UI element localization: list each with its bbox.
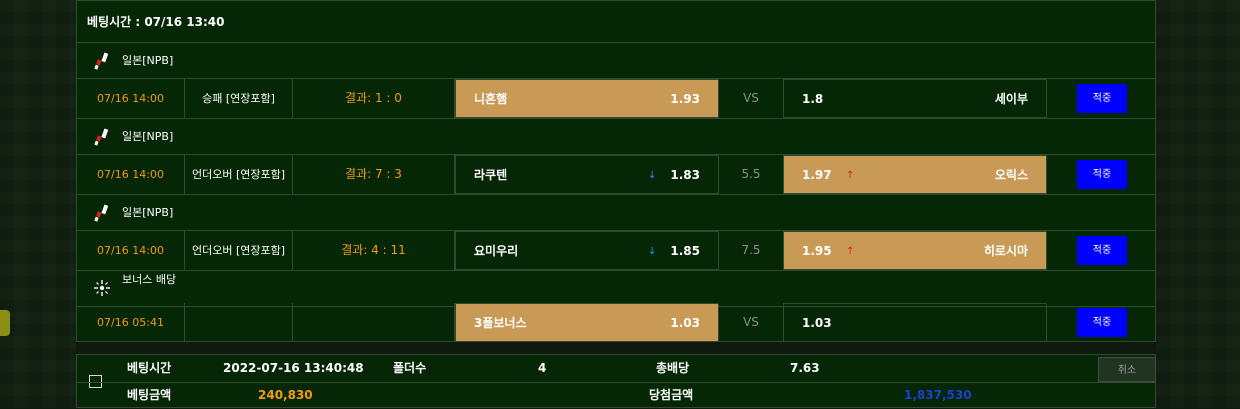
home-team-name: 라쿠텐 [474, 168, 508, 182]
game-time: 07/16 14:00 [77, 231, 185, 270]
summary-line-2: 베팅금액 240,830 당첨금액 1,837,530 [77, 382, 1155, 409]
home-odds: 1.93 [670, 92, 700, 106]
bonus-odds-cell[interactable]: 3폴보너스 1.03 [455, 303, 719, 342]
background-right [1156, 0, 1240, 408]
game-row: 07/16 14:00 언더오버 [연장포함] 결과: 7 : 3 라쿠텐 ↓ … [77, 155, 1155, 195]
sparkle-icon [94, 280, 110, 296]
game-result: 결과: 4 : 11 [293, 231, 455, 270]
status-cell: 적중 [1047, 303, 1155, 342]
away-odds: 1.95 [802, 244, 832, 258]
game-result: 결과: 7 : 3 [293, 155, 455, 194]
bet-amount-label: 베팅금액 [127, 388, 172, 402]
game-time: 07/16 05:41 [77, 303, 185, 342]
home-odds: 1.83 [670, 168, 700, 182]
bonus-name: 3폴보너스 [474, 316, 527, 330]
folders-value: 4 [538, 361, 547, 375]
result-status-button[interactable]: 적중 [1077, 308, 1127, 337]
bet-time-value: 2022-07-16 13:40:48 [223, 361, 364, 375]
home-odds-cell[interactable]: 니혼햄 1.93 [455, 79, 719, 118]
bonus-row: 보너스 배당 [77, 271, 1155, 307]
league-name: 보너스 배당 [122, 273, 177, 286]
cancel-button[interactable]: 취소 [1098, 357, 1156, 382]
status-cell: 적중 [1047, 79, 1155, 118]
bet-amount-value: 240,830 [258, 388, 313, 402]
over-odds-cell[interactable]: 1.97 ↑ 오릭스 [783, 155, 1047, 194]
league-name: 일본[NPB] [122, 206, 174, 219]
result-status-button[interactable]: 적중 [1077, 84, 1127, 113]
league-row: 일본[NPB] [77, 43, 1155, 79]
away-team-name: 오릭스 [994, 168, 1028, 182]
arrow-up-icon: ↑ [846, 246, 855, 257]
baseball-bat-icon [94, 52, 109, 70]
arrow-up-icon: ↑ [846, 170, 855, 181]
arrow-down-icon: ↓ [648, 170, 657, 181]
total-odds-value: 7.63 [790, 361, 820, 375]
bet-detail-panel: 베팅시간 : 07/16 13:40 일본[NPB] 07/16 14:00 승… [76, 0, 1156, 342]
total-odds-label: 총배당 [656, 361, 690, 375]
home-team-name: 니혼햄 [474, 92, 508, 106]
win-amount-label: 당첨금액 [649, 388, 694, 402]
bet-type: 언더오버 [연장포함] [185, 231, 293, 270]
bet-type [185, 303, 293, 342]
bet-time-header: 베팅시간 : 07/16 13:40 [77, 1, 1155, 43]
baseball-bat-icon [94, 204, 109, 222]
league-name: 일본[NPB] [122, 130, 174, 143]
home-team-name: 요미우리 [474, 244, 519, 258]
status-cell: 적중 [1047, 155, 1155, 194]
arrow-down-icon: ↓ [648, 246, 657, 257]
handicap-line: 5.5 [741, 167, 761, 181]
league-name: 일본[NPB] [122, 54, 174, 67]
game-time: 07/16 14:00 [77, 155, 185, 194]
game-result: 결과: 1 : 0 [293, 79, 455, 118]
baseball-bat-icon [94, 128, 109, 146]
game-row: 07/16 14:00 언더오버 [연장포함] 결과: 4 : 11 요미우리 … [77, 231, 1155, 271]
background-left [0, 0, 76, 408]
game-time: 07/16 14:00 [77, 79, 185, 118]
win-amount-value: 1,837,530 [904, 388, 972, 402]
vs-label: VS [743, 315, 759, 329]
over-odds-cell[interactable]: 1.95 ↑ 히로시마 [783, 231, 1047, 270]
bet-summary: 베팅시간 2022-07-16 13:40:48 폴더수 4 총배당 7.63 … [76, 354, 1156, 408]
away-odds: 1.97 [802, 168, 832, 182]
status-cell: 적중 [1047, 231, 1155, 270]
home-odds: 1.85 [670, 244, 700, 258]
home-odds: 1.03 [670, 316, 700, 330]
game-result [293, 303, 455, 342]
league-row: 일본[NPB] [77, 119, 1155, 155]
handicap-line: 7.5 [741, 243, 761, 257]
away-team-name: 세이부 [994, 92, 1028, 106]
league-row: 일본[NPB] [77, 195, 1155, 231]
game-row: 07/16 05:41 3폴보너스 1.03 VS 1.03 적중 [77, 303, 1155, 343]
result-status-button[interactable]: 적중 [1077, 236, 1127, 265]
bet-type: 승패 [연장포함] [185, 79, 293, 118]
folders-label: 폴더수 [393, 361, 427, 375]
under-odds-cell[interactable]: 라쿠텐 ↓ 1.83 [455, 155, 719, 194]
away-odds: 1.8 [802, 92, 824, 106]
bet-type: 언더오버 [연장포함] [185, 155, 293, 194]
away-odds-cell[interactable]: 1.8 세이부 [783, 79, 1047, 118]
bet-time-label: 베팅시간 [127, 361, 172, 375]
away-team-name: 히로시마 [983, 244, 1028, 258]
game-row: 07/16 14:00 승패 [연장포함] 결과: 1 : 0 니혼햄 1.93… [77, 79, 1155, 119]
summary-line-1: 베팅시간 2022-07-16 13:40:48 폴더수 4 총배당 7.63 … [77, 355, 1156, 383]
vs-label: VS [743, 91, 759, 105]
under-odds-cell[interactable]: 요미우리 ↓ 1.85 [455, 231, 719, 270]
away-odds-cell[interactable]: 1.03 [783, 303, 1047, 342]
side-tab-handle[interactable] [0, 310, 10, 336]
away-odds: 1.03 [802, 316, 832, 330]
result-status-button[interactable]: 적중 [1077, 160, 1127, 189]
